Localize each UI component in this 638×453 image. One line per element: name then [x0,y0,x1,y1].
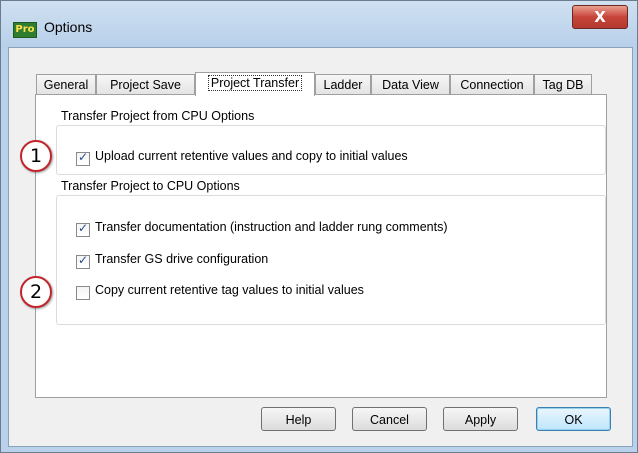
tab-ladder[interactable]: Ladder [315,74,371,94]
from-cpu-group-label: Transfer Project from CPU Options [61,109,255,123]
options-dialog: Pro Options X General Project Save Proje… [0,0,638,453]
upload-retentive-checkbox[interactable] [76,150,90,166]
callout-1: 1 [20,140,52,172]
copy-retentive-tags-label[interactable]: Copy current retentive tag values to ini… [95,283,364,297]
tab-connection[interactable]: Connection [450,74,534,94]
transfer-gs-drive-label[interactable]: Transfer GS drive configuration [95,252,268,266]
tab-project-save[interactable]: Project Save [96,74,195,94]
upload-retentive-label[interactable]: Upload current retentive values and copy… [95,149,408,163]
tab-tag-db[interactable]: Tag DB [534,74,592,94]
to-cpu-group-label: Transfer Project to CPU Options [61,179,240,193]
tab-project-transfer-label: Project Transfer [207,75,303,91]
project-transfer-panel: Transfer Project from CPU Options Upload… [35,94,607,398]
tab-project-transfer[interactable]: Project Transfer [195,72,315,96]
transfer-documentation-label[interactable]: Transfer documentation (instruction and … [95,220,447,234]
tab-data-view[interactable]: Data View [371,74,450,94]
transfer-documentation-checkbox[interactable] [76,221,90,237]
dialog-body: General Project Save Project Transfer La… [8,47,633,447]
callout-2: 2 [20,276,52,308]
copy-retentive-tags-checkbox[interactable] [76,286,90,300]
apply-button[interactable]: Apply [443,407,518,431]
help-button[interactable]: Help [261,407,336,431]
app-logo-icon: Pro [13,22,37,38]
ok-button[interactable]: OK [536,407,611,431]
transfer-gs-drive-checkbox[interactable] [76,253,90,269]
title-bar[interactable]: Pro Options X [1,1,637,47]
cancel-button[interactable]: Cancel [352,407,427,431]
tab-general[interactable]: General [36,74,96,94]
window-title: Options [44,19,93,35]
close-button[interactable]: X [572,5,628,29]
